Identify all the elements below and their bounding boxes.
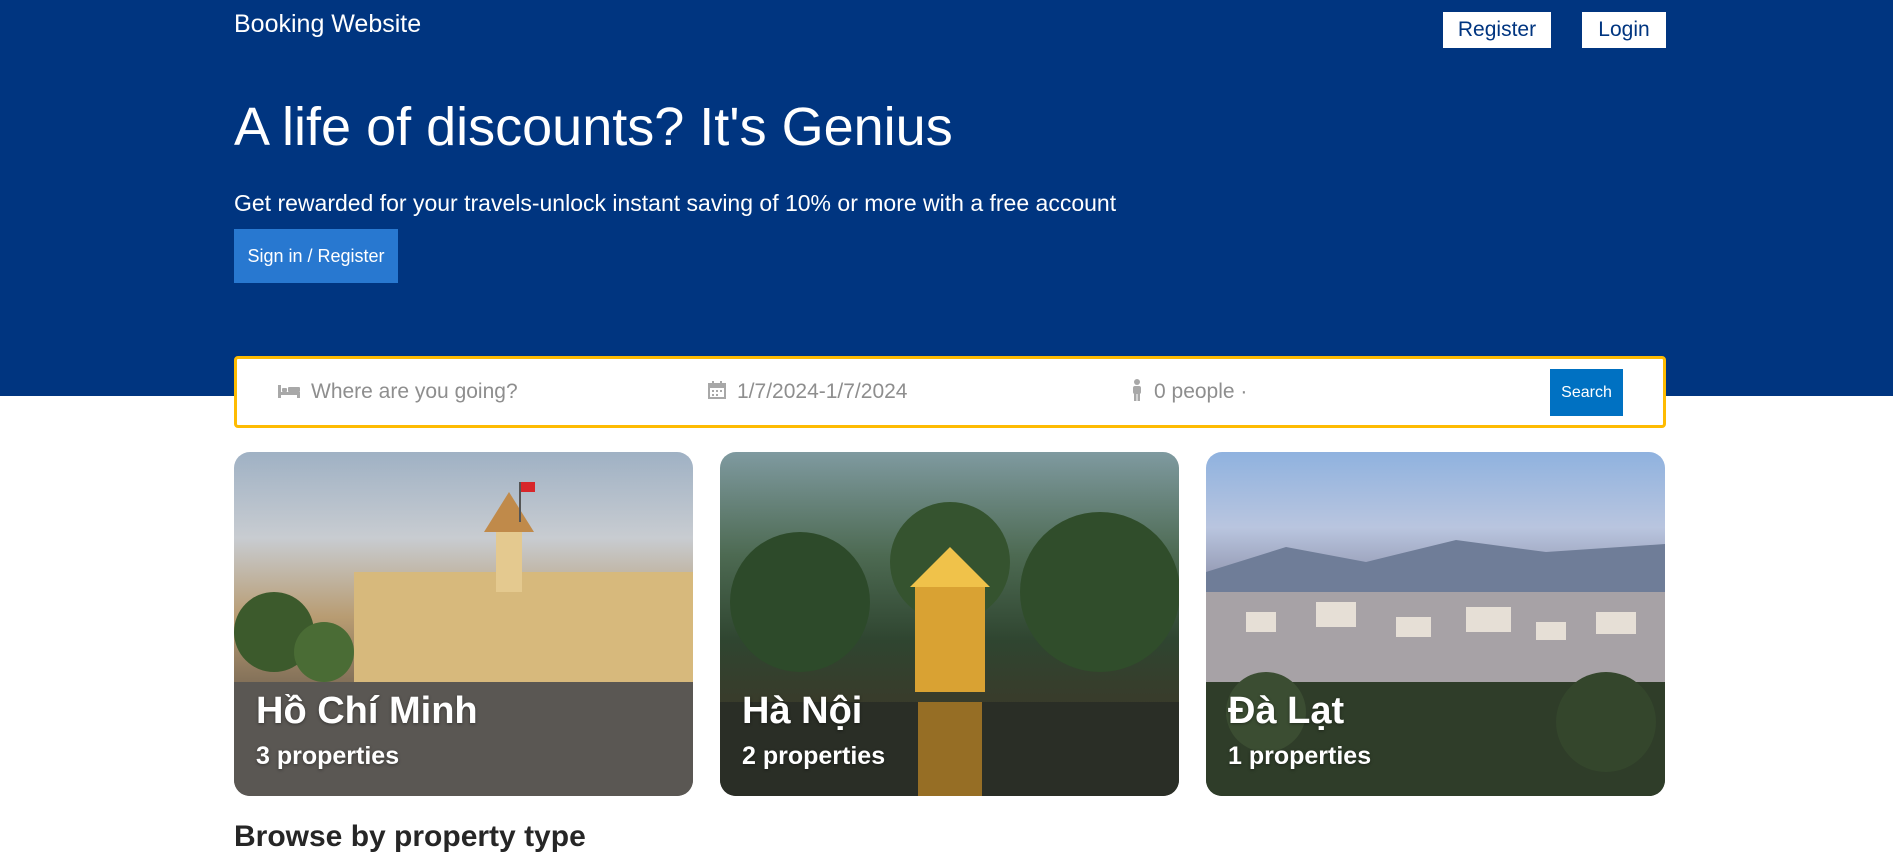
- person-icon: [1130, 379, 1144, 405]
- calendar-icon: [707, 380, 727, 404]
- destination-input[interactable]: [311, 380, 611, 404]
- city-properties-count: 1 properties: [1228, 742, 1372, 770]
- city-properties-count: 3 properties: [256, 742, 400, 770]
- city-card-da-lat[interactable]: Đà Lạt 1 properties: [1206, 452, 1665, 796]
- hero-subtitle: Get rewarded for your travels-unlock ins…: [234, 190, 1117, 216]
- brand-logo[interactable]: Booking Website: [234, 10, 421, 39]
- login-button[interactable]: Login: [1582, 12, 1666, 48]
- hero-title: A life of discounts? It's Genius: [234, 97, 953, 157]
- destination-field[interactable]: [277, 359, 611, 425]
- city-name: Hà Nội: [742, 690, 863, 732]
- city-properties-count: 2 properties: [742, 742, 886, 770]
- search-button[interactable]: Search: [1550, 369, 1623, 416]
- people-field[interactable]: 0 people ·: [1130, 359, 1247, 425]
- featured-cities: Hồ Chí Minh 3 properties Hà Nội 2 proper…: [234, 452, 1666, 796]
- date-range-value[interactable]: 1/7/2024-1/7/2024: [737, 380, 907, 404]
- bed-icon: [277, 381, 301, 403]
- search-bar: 1/7/2024-1/7/2024 0 people · Search: [234, 356, 1666, 428]
- city-card-ha-noi[interactable]: Hà Nội 2 properties: [720, 452, 1179, 796]
- city-name: Đà Lạt: [1228, 690, 1345, 732]
- city-card-ho-chi-minh[interactable]: Hồ Chí Minh 3 properties: [234, 452, 693, 796]
- city-name: Hồ Chí Minh: [256, 690, 478, 732]
- date-field[interactable]: 1/7/2024-1/7/2024: [707, 359, 907, 425]
- people-count-value[interactable]: 0 people ·: [1154, 380, 1247, 404]
- register-button[interactable]: Register: [1443, 12, 1551, 48]
- browse-property-type-heading: Browse by property type: [234, 820, 586, 853]
- sign-in-register-button[interactable]: Sign in / Register: [234, 229, 398, 283]
